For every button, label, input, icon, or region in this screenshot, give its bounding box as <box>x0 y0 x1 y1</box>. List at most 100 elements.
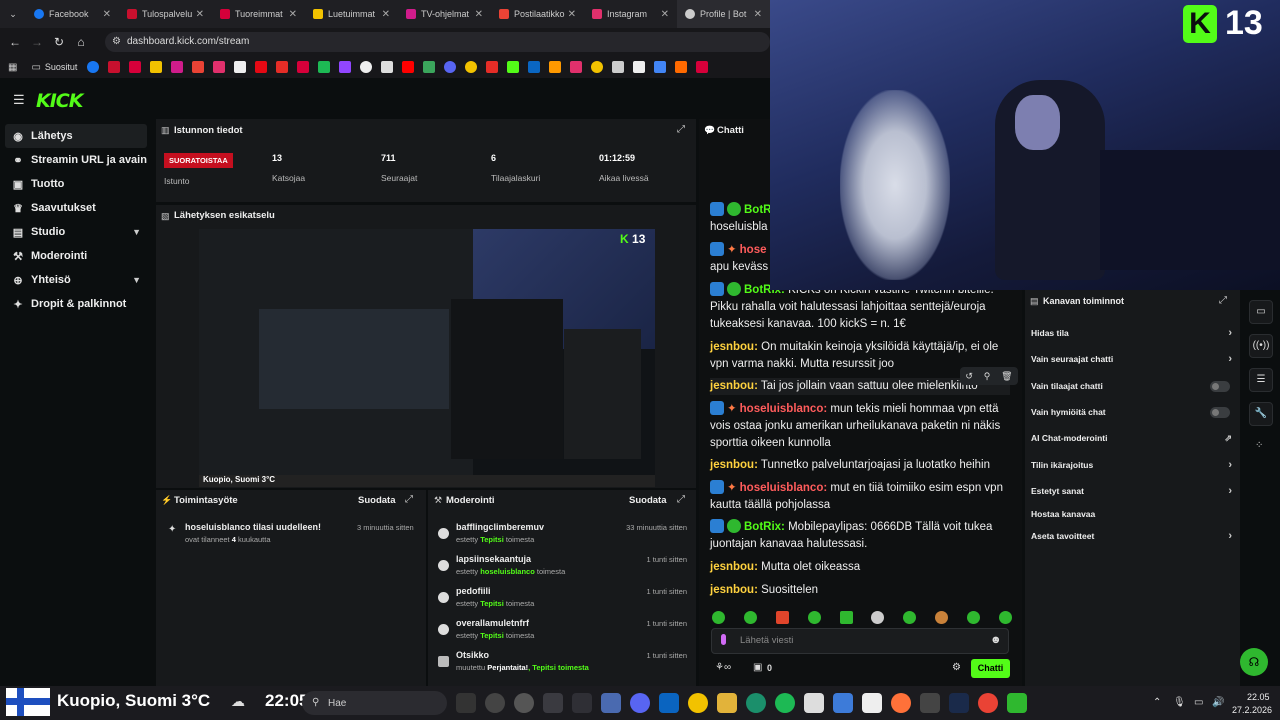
bookmark-icon[interactable] <box>486 61 499 73</box>
channel-action-ai-moderation[interactable]: AI Chat-moderointi ⇗ <box>1031 427 1236 449</box>
tray-chevron-icon[interactable]: ⌃ <box>1153 697 1161 708</box>
close-icon[interactable]: ✕ <box>382 9 390 20</box>
moderation-filter-button[interactable]: Suodata <box>629 495 666 506</box>
browser-tab[interactable]: Luetuimmat ✕ <box>305 0 398 28</box>
kick-logo[interactable]: KICK <box>36 90 83 112</box>
emote-icon[interactable] <box>807 611 821 624</box>
bookmark-icon[interactable] <box>234 61 247 73</box>
taskbar-app-icon[interactable] <box>775 693 795 713</box>
close-icon[interactable]: ✕ <box>289 9 297 20</box>
sidebar-item-studio[interactable]: ▤ Studio ▼ <box>5 220 147 244</box>
taskbar-app-icon[interactable] <box>833 693 853 713</box>
emote-icon[interactable] <box>743 611 757 624</box>
emote-icon[interactable] <box>903 611 917 624</box>
bookmark-icon[interactable] <box>129 61 142 73</box>
bookmark-icon[interactable] <box>276 61 289 73</box>
channel-action-emotes-only[interactable]: Vain hymiöitä chat <box>1031 401 1236 423</box>
close-icon[interactable]: ✕ <box>475 9 483 20</box>
volume-icon[interactable]: 🔊 <box>1212 697 1224 708</box>
sidebar-item-yhteiso[interactable]: ⊕ Yhteisö ▼ <box>5 268 147 292</box>
emote-icon[interactable] <box>839 611 853 624</box>
taskbar-app-icon[interactable] <box>862 693 882 713</box>
send-chat-button[interactable]: Chatti <box>971 659 1010 678</box>
actions-rail-button[interactable]: ☰ <box>1249 368 1273 392</box>
close-icon[interactable]: ✕ <box>196 9 204 20</box>
bookmark-icon[interactable] <box>612 61 625 73</box>
gift-icon[interactable]: ▣ <box>753 662 762 673</box>
close-icon[interactable]: ✕ <box>754 9 762 20</box>
bookmark-icon[interactable] <box>423 61 436 73</box>
back-icon[interactable]: ← <box>4 35 26 49</box>
taskbar-app-icon[interactable] <box>804 693 824 713</box>
sidebar-item-moderointi[interactable]: ⚒ Moderointi <box>5 244 147 268</box>
forward-icon[interactable]: → <box>26 35 48 49</box>
browser-tab[interactable]: TV-ohjelmat ✕ <box>398 0 491 28</box>
sidebar-item-dropit[interactable]: ✦ Dropit & palkinnot <box>5 292 147 316</box>
pin-icon[interactable]: ⚲ <box>984 371 991 382</box>
bookmark-icon[interactable] <box>633 61 646 73</box>
sidebar-item-tuotto[interactable]: ▣ Tuotto <box>5 172 147 196</box>
delete-icon[interactable]: 🗑 <box>1001 371 1012 382</box>
bookmark-icon[interactable] <box>339 61 352 73</box>
bookmark-icon[interactable] <box>318 61 331 73</box>
menu-icon[interactable]: ☰ <box>13 92 25 108</box>
emote-icon[interactable] <box>967 611 980 624</box>
mic-icon[interactable] <box>721 634 726 645</box>
bookmark-icon[interactable] <box>171 61 184 73</box>
bookmark-icon[interactable] <box>465 61 478 73</box>
sidebar-item-stream-url[interactable]: ⚭ Streamin URL ja avain <box>5 148 147 172</box>
taskbar-app-icon[interactable] <box>543 693 563 713</box>
chat-rail-button[interactable]: ▭ <box>1249 300 1273 324</box>
taskbar-date[interactable]: 27.2.2026 <box>1232 705 1272 715</box>
channel-action-followers-only[interactable]: Vain seuraajat chatti › <box>1031 348 1236 370</box>
home-icon[interactable]: ⌂ <box>70 35 92 49</box>
bookmark-icon[interactable] <box>549 61 562 73</box>
taskbar-app-icon[interactable] <box>717 693 737 713</box>
popout-icon[interactable]: ⤢ <box>1219 295 1227 306</box>
chat-settings-icon[interactable]: ⚙ <box>952 662 961 673</box>
activity-filter-button[interactable]: Suodata <box>358 495 395 506</box>
bookmark-icon[interactable] <box>297 61 310 73</box>
channel-action-slow-mode[interactable]: Hidas tila › <box>1031 322 1236 344</box>
tools-rail-button[interactable]: 🔧 <box>1249 402 1273 426</box>
browser-tab[interactable]: Instagram ✕ <box>584 0 677 28</box>
tab-list-button[interactable]: ⌄ <box>0 9 26 20</box>
browser-tab[interactable]: Facebook ✕ <box>26 0 119 28</box>
bookmark-icon[interactable] <box>528 61 541 73</box>
close-icon[interactable]: ✕ <box>661 9 669 20</box>
apps-icon[interactable]: ▦ <box>8 62 17 73</box>
broadcast-rail-button[interactable]: ((•)) <box>1249 334 1273 358</box>
bookmark-icon[interactable] <box>192 61 205 73</box>
taskbar-app-icon[interactable] <box>949 693 969 713</box>
folder-icon[interactable]: ▭ <box>31 62 40 73</box>
emote-icon[interactable] <box>935 611 949 624</box>
bookmark-icon[interactable] <box>591 61 604 73</box>
expand-icon[interactable]: ⤢ <box>677 494 685 505</box>
bookmark-icon[interactable] <box>87 61 100 73</box>
display-icon[interactable]: ▭ <box>1194 697 1203 708</box>
browser-tab[interactable]: Postilaatikko ✕ <box>491 0 584 28</box>
taskbar-app-icon[interactable] <box>572 693 592 713</box>
channel-action-goals[interactable]: Aseta tavoitteet › <box>1031 525 1236 547</box>
taskbar-search[interactable] <box>302 691 447 715</box>
browser-tab[interactable]: Tulospalvelu ✕ <box>119 0 212 28</box>
bookmark-icon[interactable] <box>255 61 268 73</box>
microphone-icon[interactable]: 🎙 <box>1173 697 1186 708</box>
bookmark-icon[interactable] <box>654 61 667 73</box>
taskbar-app-icon[interactable] <box>746 693 766 713</box>
bookmark-icon[interactable] <box>402 61 415 73</box>
site-info-icon[interactable]: ⚙ <box>112 36 121 47</box>
emote-icon[interactable] <box>998 611 1012 624</box>
emote-icon[interactable] <box>712 611 725 624</box>
reload-icon[interactable]: ↻ <box>48 35 70 49</box>
reply-icon[interactable]: ↺ <box>965 371 973 382</box>
more-icon[interactable]: ⁘ <box>1255 440 1263 451</box>
sidebar-item-saavutukset[interactable]: ♛ Saavutukset <box>5 196 147 220</box>
channel-action-age-restriction[interactable]: Tilin ikärajoitus › <box>1031 454 1236 476</box>
taskbar-weather[interactable]: Kuopio, Suomi 3°C <box>57 691 210 711</box>
taskbar-app-icon[interactable] <box>659 693 679 713</box>
taskbar-app-icon[interactable] <box>920 693 940 713</box>
bookmark-icon[interactable] <box>444 61 457 73</box>
emote-icon[interactable] <box>871 611 885 624</box>
bookmark-icon[interactable] <box>213 61 226 73</box>
